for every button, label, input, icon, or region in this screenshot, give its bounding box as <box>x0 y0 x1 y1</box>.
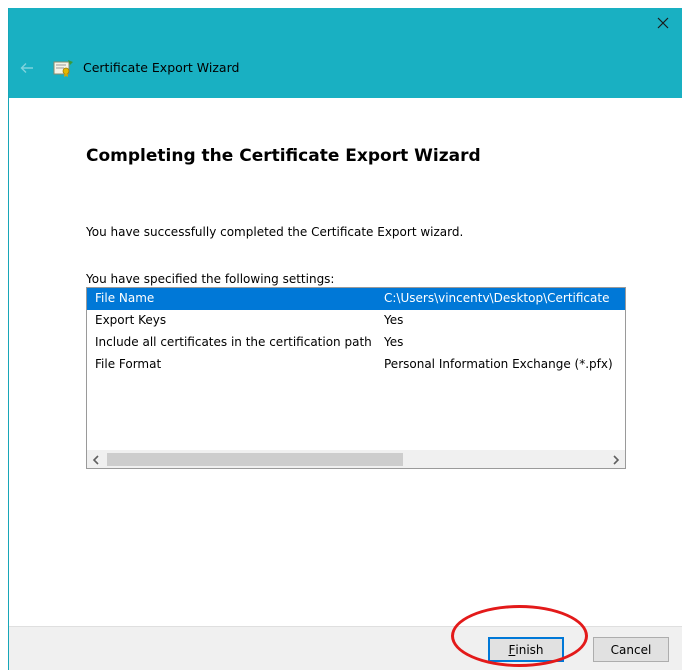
wizard-header: Certificate Export Wizard <box>9 38 682 98</box>
setting-value: Yes <box>384 313 404 327</box>
scroll-left-button[interactable] <box>87 451 105 468</box>
success-message: You have successfully completed the Cert… <box>86 225 464 239</box>
setting-name: File Name <box>95 291 155 305</box>
back-button[interactable] <box>15 58 39 78</box>
horizontal-scrollbar[interactable] <box>87 450 625 468</box>
settings-row-include-certificates[interactable]: Include all certificates in the certific… <box>87 332 625 354</box>
setting-value: C:\Users\vincentv\Desktop\Certificate <box>384 291 610 305</box>
wizard-window: Certificate Export Wizard Completing the… <box>8 8 682 670</box>
settings-list[interactable]: File Name C:\Users\vincentv\Desktop\Cert… <box>86 287 626 469</box>
chevron-right-icon <box>613 454 620 465</box>
scrollbar-thumb[interactable] <box>107 453 403 466</box>
finish-button[interactable]: Finish <box>488 637 564 662</box>
close-button[interactable] <box>643 8 682 38</box>
title-bar <box>9 8 682 38</box>
settings-row-export-keys[interactable]: Export Keys Yes <box>87 310 625 332</box>
chevron-left-icon <box>92 454 99 465</box>
cancel-button[interactable]: Cancel <box>593 637 669 662</box>
settings-row-file-format[interactable]: File Format Personal Information Exchang… <box>87 354 625 376</box>
certificate-icon <box>52 58 74 78</box>
finish-label: inish <box>515 642 544 657</box>
settings-label: You have specified the following setting… <box>86 272 335 286</box>
setting-value: Yes <box>384 335 404 349</box>
setting-value: Personal Information Exchange (*.pfx) <box>384 357 613 371</box>
button-bar: Finish Cancel <box>9 626 682 670</box>
finish-mnemonic: F <box>508 642 516 657</box>
close-icon <box>657 17 669 29</box>
back-arrow-icon <box>20 63 33 73</box>
wizard-title: Certificate Export Wizard <box>83 60 240 75</box>
setting-name: Export Keys <box>95 313 167 327</box>
setting-name: Include all certificates in the certific… <box>95 335 372 349</box>
setting-name: File Format <box>95 357 162 371</box>
page-title: Completing the Certificate Export Wizard <box>86 146 481 166</box>
scroll-right-button[interactable] <box>607 451 625 468</box>
settings-row-file-name[interactable]: File Name C:\Users\vincentv\Desktop\Cert… <box>87 288 625 310</box>
